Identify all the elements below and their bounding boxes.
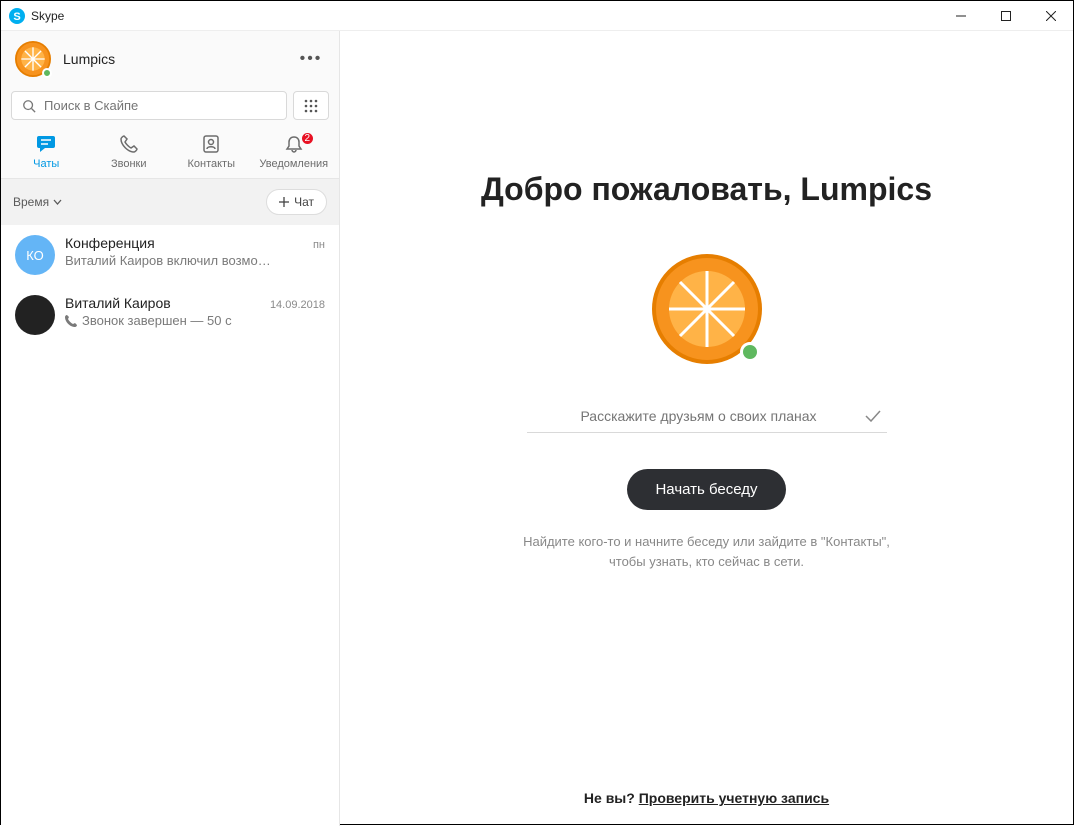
verify-account-link[interactable]: Проверить учетную запись: [639, 790, 829, 806]
close-button[interactable]: [1028, 1, 1073, 31]
presence-online-icon: [740, 342, 760, 362]
chevron-down-icon: [53, 199, 62, 205]
chat-avatar: [15, 295, 55, 335]
welcome-heading: Добро пожаловать, Lumpics: [481, 171, 932, 208]
contacts-icon: [202, 134, 220, 154]
tab-label: Звонки: [111, 158, 147, 170]
chat-title: Конференция: [65, 235, 155, 251]
chat-title: Виталий Каиров: [65, 295, 171, 311]
chat-avatar: КО: [15, 235, 55, 275]
chat-time: пн: [313, 239, 325, 251]
chat-preview: Виталий Каиров включил возмо…: [65, 253, 325, 268]
chat-preview: Звонок завершен — 50 с: [65, 313, 325, 328]
presence-online-icon: [42, 68, 52, 78]
svg-text:S: S: [13, 11, 20, 23]
skype-icon: S: [9, 8, 25, 24]
dialpad-icon: [304, 99, 318, 113]
hint-text: Найдите кого-то и начните беседу или зай…: [517, 532, 897, 571]
status-input-row[interactable]: [527, 400, 887, 433]
chat-list: КО Конференция пн Виталий Каиров включил во…: [1, 225, 339, 826]
profile-name: Lumpics: [63, 51, 297, 67]
window-titlebar: S Skype: [1, 1, 1073, 31]
not-you-prefix: Не вы?: [584, 790, 639, 806]
tab-chats[interactable]: Чаты: [7, 134, 85, 170]
more-menu-button[interactable]: •••: [297, 50, 325, 68]
status-input[interactable]: [533, 408, 865, 424]
call-ended-icon: [65, 314, 78, 327]
filter-row: Время Чат: [1, 179, 339, 225]
tab-calls[interactable]: Звонки: [90, 134, 168, 170]
search-icon: [22, 99, 36, 113]
search-input[interactable]: [44, 98, 276, 113]
chat-item[interactable]: КО Конференция пн Виталий Каиров включил во…: [1, 225, 339, 285]
phone-icon: [120, 134, 138, 154]
tab-label: Контакты: [187, 158, 235, 170]
profile-row[interactable]: Lumpics •••: [1, 31, 339, 83]
tab-contacts[interactable]: Контакты: [172, 134, 250, 170]
new-chat-button[interactable]: Чат: [266, 189, 327, 215]
big-avatar[interactable]: [652, 254, 762, 364]
maximize-button[interactable]: [983, 1, 1028, 31]
sidebar: Lumpics ••• Чаты Зво: [1, 31, 340, 826]
nav-tabs: Чаты Звонки Контакты 2 Уведомления: [1, 130, 339, 179]
avatar: [15, 41, 51, 77]
sort-dropdown[interactable]: Время: [13, 195, 62, 209]
minimize-button[interactable]: [938, 1, 983, 31]
tab-label: Уведомления: [259, 158, 328, 170]
main-pane: Добро пожаловать, Lumpics Начать беседу …: [340, 31, 1073, 826]
tab-notifications[interactable]: 2 Уведомления: [255, 134, 333, 170]
plus-icon: [279, 197, 289, 207]
window-title: Skype: [31, 9, 938, 23]
tab-label: Чаты: [33, 158, 59, 170]
search-box[interactable]: [11, 91, 287, 120]
dialpad-button[interactable]: [293, 91, 329, 120]
check-icon: [865, 410, 881, 422]
start-conversation-button[interactable]: Начать беседу: [627, 469, 785, 510]
chat-time: 14.09.2018: [270, 299, 325, 311]
chat-item[interactable]: Виталий Каиров 14.09.2018 Звонок завершен …: [1, 285, 339, 345]
not-you-row: Не вы? Проверить учетную запись: [584, 790, 829, 826]
notification-badge: 2: [300, 131, 315, 146]
chat-icon: [36, 134, 56, 154]
